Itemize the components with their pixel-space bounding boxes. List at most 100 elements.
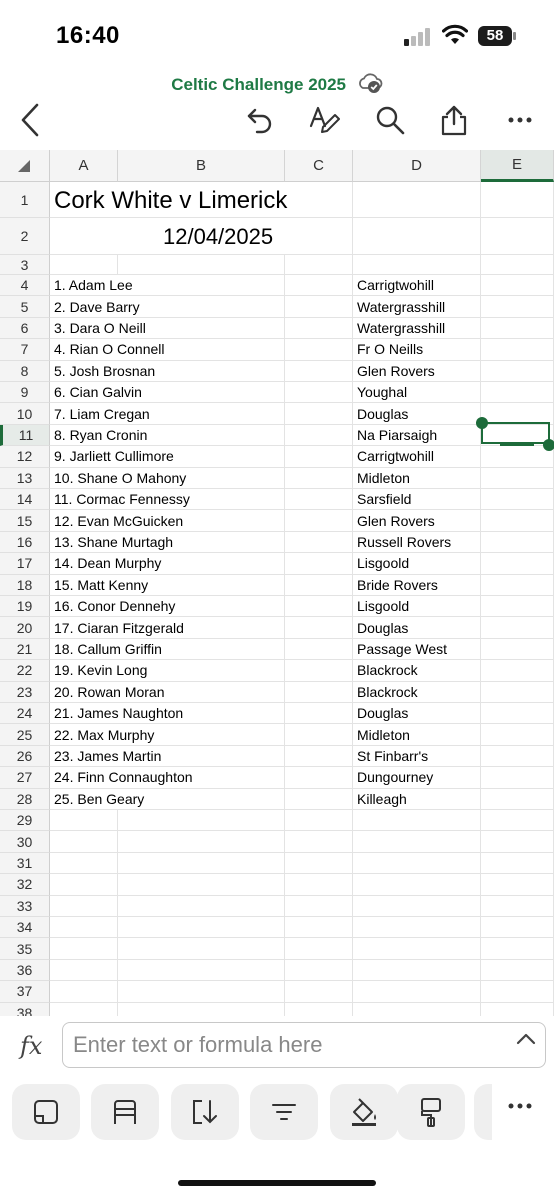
row-header[interactable]: 20 [0, 617, 50, 639]
cell-b[interactable] [118, 424, 285, 447]
row-header[interactable]: 9 [0, 382, 50, 404]
cell-name[interactable]: 8. Ryan Cronin [50, 425, 147, 447]
cell-b[interactable] [118, 574, 285, 596]
cell-b[interactable] [118, 724, 285, 746]
document-title-bar[interactable]: Celtic Challenge 2025 [0, 72, 554, 99]
cell-name[interactable]: 24. Finn Connaughton [50, 767, 193, 789]
insert-rows-button[interactable] [91, 1084, 159, 1140]
cell-b[interactable] [118, 874, 285, 896]
cell-c[interactable] [285, 917, 353, 939]
cell-club[interactable]: Russell Rovers [353, 531, 481, 554]
cell-b[interactable] [118, 938, 285, 960]
cell-e[interactable] [481, 660, 554, 682]
search-icon[interactable] [370, 98, 410, 142]
row-header[interactable]: 31 [0, 852, 50, 875]
cell-b[interactable] [118, 317, 285, 340]
cell-club[interactable] [353, 1002, 481, 1016]
cell-club[interactable]: Douglas [353, 617, 481, 639]
cell-c[interactable] [285, 938, 353, 960]
cell-club[interactable]: Sarsfield [353, 489, 481, 511]
row-header[interactable]: 27 [0, 767, 50, 789]
cell-c[interactable] [285, 255, 353, 275]
cell-c[interactable] [285, 617, 353, 639]
cell-name[interactable]: 2. Dave Barry [50, 296, 140, 318]
row-header[interactable]: 28 [0, 788, 50, 810]
cell-e[interactable] [481, 1002, 554, 1016]
insert-columns-button[interactable] [171, 1084, 239, 1140]
row-header[interactable]: 35 [0, 938, 50, 960]
more-icon[interactable] [500, 1084, 540, 1128]
cell-b[interactable] [118, 852, 285, 875]
spreadsheet-grid[interactable]: A B C D E 1 2 3 4 1. Adam Lee Carrigtwohill 5 2. Dav… [0, 150, 554, 1016]
cell-e[interactable] [481, 831, 554, 853]
cell-club[interactable] [353, 895, 481, 917]
cell-club[interactable]: St Finbarr's [353, 745, 481, 768]
cell-c[interactable] [285, 296, 353, 318]
cell-club[interactable]: Carrigtwohill [353, 275, 481, 297]
cell-name[interactable]: 18. Callum Griffin [50, 639, 162, 661]
row-header[interactable]: 34 [0, 917, 50, 939]
row-header[interactable]: 37 [0, 981, 50, 1003]
cell-e[interactable] [481, 981, 554, 1003]
cell-c[interactable] [285, 317, 353, 340]
column-header-d[interactable]: D [353, 150, 481, 182]
cell-e[interactable] [481, 489, 554, 511]
cell-name[interactable]: 20. Rowan Moran [50, 682, 165, 703]
cell-b[interactable] [118, 917, 285, 939]
cell-c[interactable] [285, 403, 353, 425]
cell-b[interactable] [118, 895, 285, 917]
cell-name[interactable]: 5. Josh Brosnan [50, 361, 155, 382]
cell-b[interactable] [118, 681, 285, 703]
cell-club[interactable] [353, 218, 481, 255]
row-header[interactable]: 12 [0, 446, 50, 468]
cell-club[interactable] [353, 874, 481, 896]
cell-club[interactable]: Passage West [353, 638, 481, 661]
cell-name[interactable]: 12. Evan McGuicken [50, 510, 183, 532]
cell-name[interactable]: 25. Ben Geary [50, 789, 144, 810]
cell-c[interactable] [285, 489, 353, 511]
row-header[interactable]: 22 [0, 660, 50, 682]
undo-icon[interactable] [240, 98, 280, 142]
cell-club[interactable]: Midleton [353, 467, 481, 489]
row-header[interactable]: 11 [0, 424, 50, 447]
cell-c[interactable] [285, 275, 353, 297]
cell-b[interactable] [118, 531, 285, 554]
cell-b[interactable] [118, 810, 285, 832]
cell-c[interactable] [285, 218, 353, 255]
cell-c[interactable] [285, 467, 353, 489]
row-header[interactable]: 7 [0, 339, 50, 361]
cell-c[interactable] [285, 703, 353, 725]
cell-club[interactable] [353, 938, 481, 960]
column-header-b[interactable]: B [118, 150, 285, 182]
cell-name[interactable]: 13. Shane Murtagh [50, 532, 173, 554]
cell-b[interactable] [118, 788, 285, 810]
cell-name[interactable] [50, 831, 118, 853]
cell-c[interactable] [285, 339, 353, 361]
cell-name[interactable] [50, 852, 118, 875]
cell-name[interactable]: 4. Rian O Connell [50, 339, 165, 361]
cell-club[interactable]: Bride Rovers [353, 574, 481, 596]
cell-c[interactable] [285, 895, 353, 917]
selected-cell-outline[interactable] [481, 422, 550, 444]
cell-e[interactable] [481, 788, 554, 810]
back-icon[interactable] [12, 98, 48, 142]
card-view-button[interactable] [12, 1084, 80, 1140]
cell-b[interactable] [118, 831, 285, 853]
cell-b[interactable] [118, 296, 285, 318]
cell-club[interactable]: Fr O Neills [353, 339, 481, 361]
cell-b[interactable] [118, 403, 285, 425]
cell-name[interactable] [50, 255, 118, 275]
cell-c[interactable] [285, 767, 353, 789]
select-all-corner[interactable] [0, 150, 50, 182]
cell-club[interactable]: Lisgoold [353, 596, 481, 618]
cell-e[interactable] [481, 182, 554, 218]
share-icon[interactable] [434, 98, 474, 142]
cell-name[interactable]: 19. Kevin Long [50, 660, 147, 682]
cell-c[interactable] [285, 382, 353, 404]
cell-e[interactable] [481, 874, 554, 896]
cell-b[interactable] [118, 617, 285, 639]
more-icon[interactable] [500, 98, 540, 142]
cell-b[interactable] [118, 638, 285, 661]
cell-name[interactable] [50, 895, 118, 917]
cell-club[interactable]: Lisgoold [353, 553, 481, 575]
